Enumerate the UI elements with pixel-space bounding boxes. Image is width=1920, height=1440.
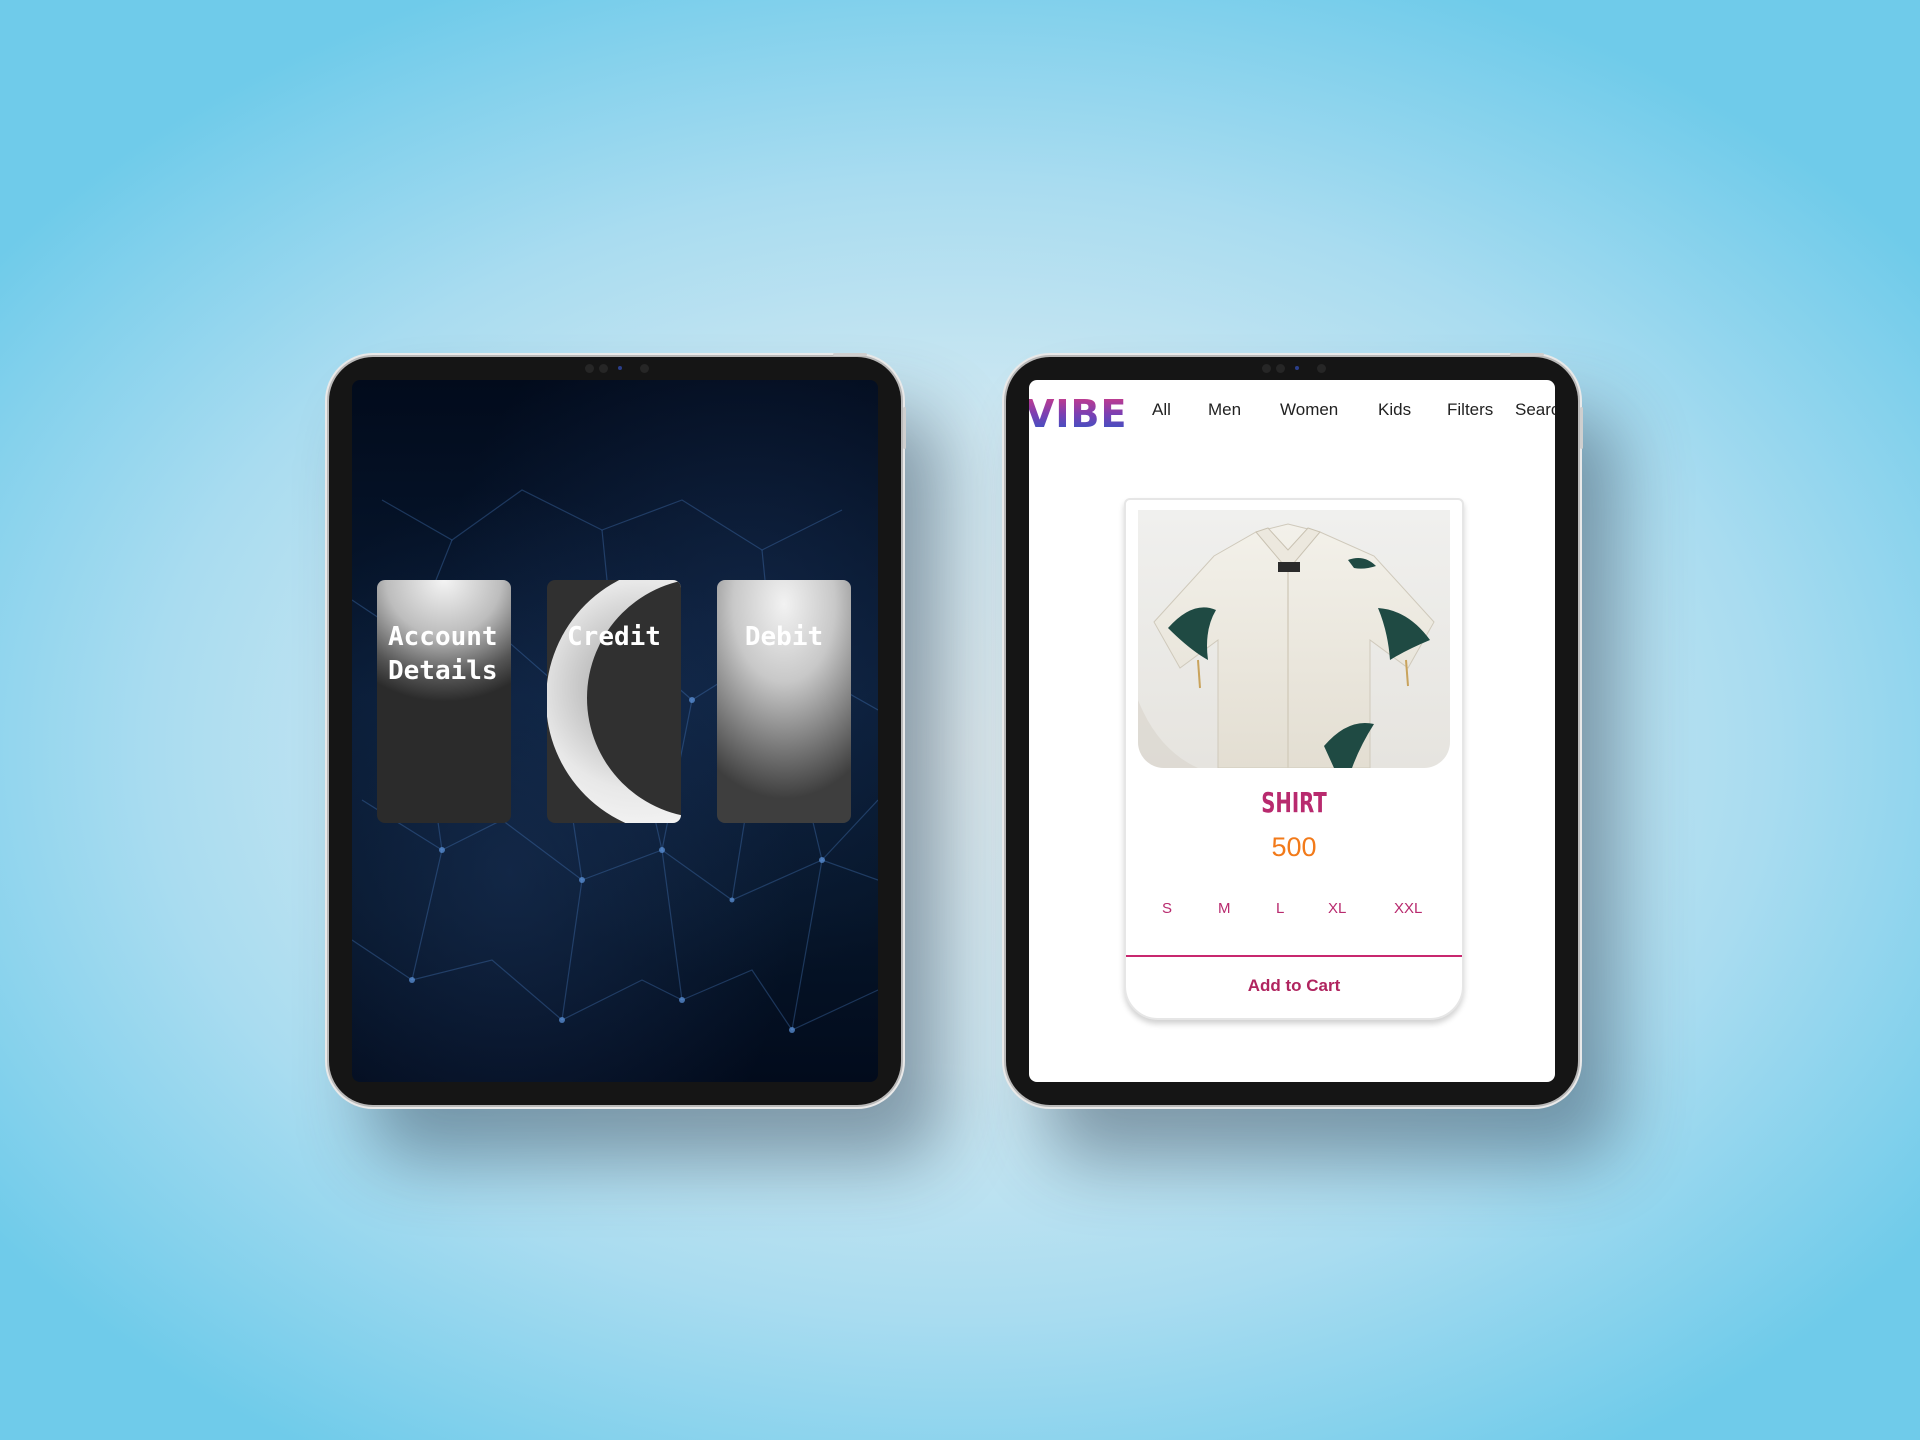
power-button [833,353,867,356]
product-card: SHIRT 500 S M L XL XXL Add to Cart [1124,498,1464,1020]
vibe-logo[interactable]: VIBE [1029,394,1127,434]
front-camera [1247,363,1337,373]
product-image[interactable] [1138,510,1450,768]
shirt-image [1138,523,1435,768]
front-camera [570,363,660,373]
size-options: S M L XL XXL [1148,900,1448,920]
account-details-card[interactable]: Account Details [377,580,511,823]
card-label: Credit [567,622,661,652]
crescent-graphic [547,580,681,823]
tablet-left: Account Details Credit Debit [329,353,906,1105]
size-xxl[interactable]: XXL [1394,900,1422,917]
volume-button [1580,407,1583,449]
nav-all[interactable]: All [1152,400,1171,420]
debit-card[interactable]: Debit [717,580,851,823]
card-label: Account Details [388,622,498,686]
top-nav: VIBE All Men Women Kids Filters Searc [1029,380,1555,442]
add-to-cart-button[interactable]: Add to Cart [1126,976,1462,996]
size-s[interactable]: S [1162,900,1172,917]
tablet-right: VIBE All Men Women Kids Filters Searc SH… [1006,353,1583,1105]
banking-screen: Account Details Credit Debit [352,380,878,1082]
shop-screen: VIBE All Men Women Kids Filters Searc SH… [1029,380,1555,1082]
nav-filters[interactable]: Filters [1447,400,1493,420]
size-m[interactable]: M [1218,900,1231,917]
product-title: SHIRT [1261,786,1327,819]
nav-kids[interactable]: Kids [1378,400,1411,420]
nav-men[interactable]: Men [1208,400,1241,420]
power-button [1510,353,1544,356]
size-l[interactable]: L [1276,900,1284,917]
divider [1126,955,1462,957]
credit-card[interactable]: Credit [547,580,681,823]
nav-women[interactable]: Women [1280,400,1338,420]
nav-search[interactable]: Searc [1515,400,1555,420]
size-xl[interactable]: XL [1328,900,1346,917]
product-price: 500 [1271,832,1317,862]
card-label: Debit [744,622,824,652]
volume-button [903,407,906,449]
